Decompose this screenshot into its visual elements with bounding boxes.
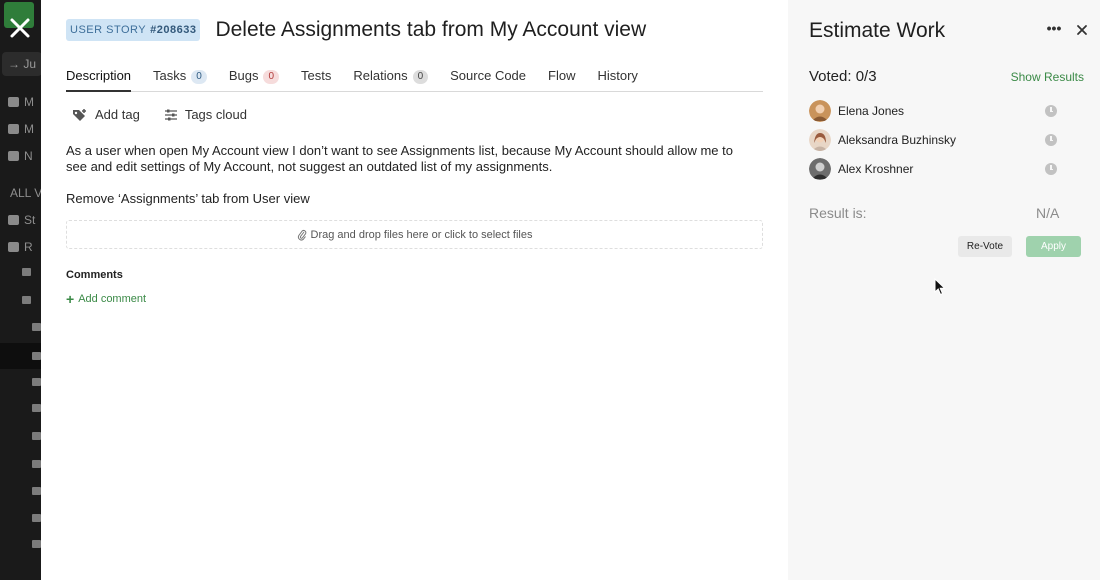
avatar — [809, 158, 831, 180]
entity-tabs: Description Tasks 0 Bugs 0 Tests Relations… — [66, 66, 763, 92]
entity-title[interactable]: Delete Assignments tab from My Account v… — [215, 18, 646, 42]
background-row: M — [8, 122, 34, 136]
comments-heading: Comments — [66, 269, 123, 281]
background-folder-icon — [22, 268, 31, 276]
background-jump-field: → Ju — [2, 52, 41, 76]
voter-row: Aleksandra Buzhinsky — [809, 129, 1059, 151]
result-label: Result is: — [809, 205, 867, 221]
more-options-icon[interactable]: ••• — [1046, 20, 1062, 40]
description-paragraph: As a user when open My Account view I do… — [66, 143, 733, 174]
background-row: R — [8, 240, 33, 254]
background-item-icon — [32, 352, 41, 360]
show-results-link[interactable]: Show Results — [1011, 70, 1084, 84]
background-item-icon — [32, 460, 41, 468]
background-item-icon — [32, 323, 41, 331]
background-item-icon — [32, 432, 41, 440]
paperclip-icon — [297, 229, 306, 240]
background-row: St — [8, 213, 35, 227]
clock-icon — [1045, 105, 1057, 117]
result-value: N/A — [1036, 205, 1060, 221]
tab-tests[interactable]: Tests — [301, 66, 331, 92]
revote-button[interactable]: Re-Vote — [958, 236, 1012, 257]
tab-bugs[interactable]: Bugs 0 — [229, 66, 280, 92]
attachments-dropzone[interactable]: Drag and drop files here or click to sel… — [66, 220, 763, 249]
relations-count-badge: 0 — [412, 70, 429, 84]
entity-type-label: USER STORY — [70, 24, 147, 36]
apply-button[interactable]: Apply — [1026, 236, 1081, 257]
tab-flow[interactable]: Flow — [548, 66, 575, 92]
sliders-icon — [164, 109, 177, 120]
add-comment-label: Add comment — [78, 293, 147, 305]
voter-name: Elena Jones — [838, 104, 905, 118]
background-item-icon — [32, 514, 41, 522]
description-paragraph: Remove ‘Assignments’ tab from User view — [66, 191, 310, 206]
tag-plus-icon — [73, 108, 86, 121]
avatar — [809, 100, 831, 122]
voter-row: Elena Jones — [809, 100, 1059, 122]
tag-toolbar: Add tag Tags cloud — [72, 107, 271, 122]
clock-icon — [1045, 134, 1057, 146]
tab-description[interactable]: Description — [66, 66, 132, 92]
close-icon[interactable] — [1075, 22, 1089, 38]
background-app: → Ju M M N ALL V St R — [0, 0, 41, 580]
add-tag-button[interactable]: Add tag — [72, 107, 140, 122]
background-section-label: ALL V — [10, 186, 41, 200]
tasks-count-badge: 0 — [191, 70, 207, 84]
voter-name: Aleksandra Buzhinsky — [838, 133, 957, 147]
dropzone-text: Drag and drop files here or click to sel… — [310, 228, 533, 241]
voted-count: Voted: 0/3 — [809, 68, 877, 85]
tab-tasks[interactable]: Tasks 0 — [153, 66, 207, 92]
mouse-cursor-icon — [934, 278, 946, 296]
bugs-count-badge: 0 — [263, 70, 280, 84]
tags-cloud-button[interactable]: Tags cloud — [164, 107, 247, 122]
background-folder-icon — [22, 296, 31, 304]
background-item-icon — [32, 378, 41, 386]
add-comment-link[interactable]: + Add comment — [66, 290, 147, 307]
add-tag-label: Add tag — [95, 107, 140, 122]
voter-row: Alex Kroshner — [809, 158, 1059, 180]
plus-icon: + — [66, 290, 75, 307]
voter-name: Alex Kroshner — [838, 162, 914, 176]
estimate-title: Estimate Work — [809, 19, 946, 42]
entity-id: #208633 — [150, 24, 197, 36]
background-item-icon — [32, 487, 41, 495]
tab-relations[interactable]: Relations 0 — [353, 66, 429, 92]
entity-type-badge[interactable]: USER STORY #208633 — [66, 19, 201, 41]
tab-history[interactable]: History — [597, 66, 637, 92]
tab-source-code[interactable]: Source Code — [450, 66, 526, 92]
background-item-icon — [32, 404, 41, 412]
avatar — [809, 129, 831, 151]
background-row: M — [8, 95, 34, 109]
tags-cloud-label: Tags cloud — [184, 107, 247, 122]
background-row: N — [8, 149, 33, 163]
description-editor[interactable]: As a user when open My Account view I do… — [66, 143, 756, 223]
close-overlay-icon[interactable] — [6, 14, 34, 42]
entity-header: USER STORY #208633 Delete Assignments ta… — [66, 18, 646, 42]
clock-icon — [1045, 163, 1057, 175]
entity-view: USER STORY #208633 Delete Assignments ta… — [41, 0, 788, 580]
background-item-icon — [32, 540, 41, 548]
